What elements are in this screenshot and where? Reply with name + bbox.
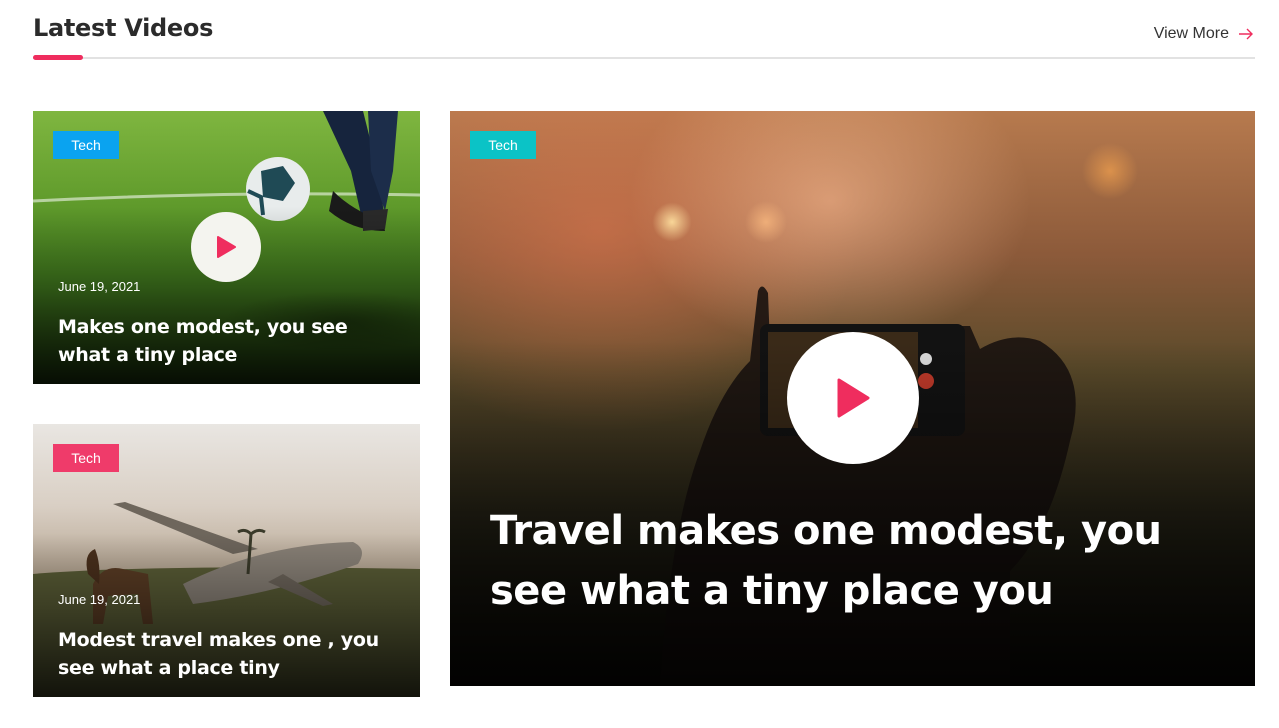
view-more-link[interactable]: View More [1154,25,1255,43]
header-divider [33,57,1255,59]
video-title[interactable]: Makes one modest, you see what a tiny pl… [58,313,396,369]
section-title: Latest Videos [33,14,214,42]
header-accent-bar [33,55,83,60]
category-badge[interactable]: Tech [53,131,119,159]
arrow-right-icon [1239,28,1253,40]
video-title[interactable]: Modest travel makes one , you see what a… [58,626,396,682]
video-date: June 19, 2021 [58,279,141,294]
video-title[interactable]: Travel makes one modest, you see what a … [490,501,1215,621]
category-badge[interactable]: Tech [53,444,119,472]
play-button[interactable] [787,332,919,464]
video-card[interactable]: Tech June 19, 2021 Modest travel makes o… [33,424,420,697]
play-button[interactable] [191,212,261,282]
video-card[interactable]: Tech June 19, 2021 Makes one modest, you… [33,111,420,384]
section-header: Latest Videos View More [33,0,1255,60]
play-icon [837,378,870,418]
featured-video-card[interactable]: Tech Travel makes one modest, you see wh… [450,111,1255,686]
category-badge[interactable]: Tech [470,131,536,159]
play-icon [217,236,236,258]
video-date: June 19, 2021 [58,592,141,607]
view-more-label: View More [1153,25,1229,42]
